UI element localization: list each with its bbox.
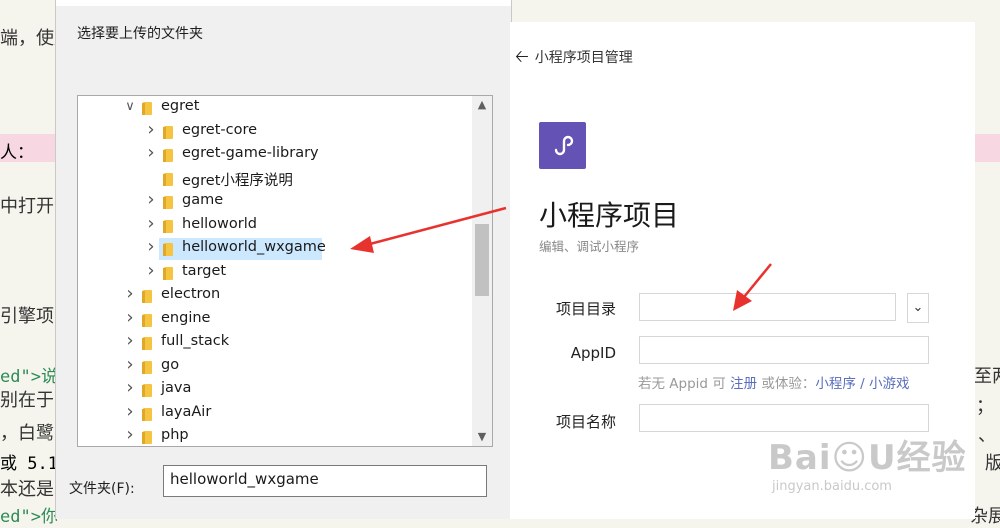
tree-item-engine[interactable]: › engine — [78, 307, 470, 331]
tree-item-label: egret小程序说明 — [182, 172, 293, 189]
try-minigame-link[interactable]: 小游戏 — [869, 376, 910, 392]
chevron-right-icon[interactable]: › — [124, 354, 136, 375]
dialog-title: 选择要上传的文件夹 — [77, 26, 203, 42]
chevron-right-icon[interactable]: › — [124, 377, 136, 398]
tree-item-electron[interactable]: › electron — [78, 283, 470, 307]
tree-item-label: helloworld — [182, 215, 257, 232]
tree-item-label: egret — [161, 98, 200, 114]
tree-item-label: full_stack — [161, 333, 230, 349]
background-text-fragment: ，白鹭 — [0, 423, 54, 444]
chevron-right-icon[interactable]: › — [145, 260, 157, 281]
project-name-input[interactable] — [639, 404, 929, 432]
folder-field-label: 文件夹(F): — [69, 481, 135, 497]
tree-item-helloworld[interactable]: › helloworld — [78, 213, 470, 237]
background-text-fragment: ed">说 — [0, 367, 58, 387]
chevron-right-icon[interactable]: › — [145, 213, 157, 234]
folder-picker-dialog: 选择要上传的文件夹 ∨ egret › egret-core › egret-game-l… — [55, 0, 512, 519]
background-text-fragment: ed">你 — [0, 507, 58, 527]
chevron-right-icon[interactable]: › — [124, 307, 136, 328]
folder-name-input[interactable]: helloworld_wxgame — [163, 465, 487, 497]
scroll-up-icon[interactable]: ▲ — [472, 96, 492, 114]
tree-item-game[interactable]: › game — [78, 189, 470, 213]
page-subtitle: 编辑、调试小程序 — [539, 239, 640, 254]
folder-icon — [142, 290, 152, 303]
chevron-right-icon[interactable]: › — [124, 424, 136, 445]
tree-item-java[interactable]: › java — [78, 377, 470, 401]
background-text-fragment: 或 5.1 — [0, 454, 58, 474]
folder-icon — [163, 149, 173, 162]
background-text-fragment: 、 — [978, 425, 996, 446]
folder-tree[interactable]: ∨ egret › egret-core › egret-game-library egre… — [77, 95, 493, 447]
tree-item-label: egret-core — [182, 121, 258, 138]
page-title: 小程序项目 — [539, 199, 680, 232]
background-text-fragment: 中打开 — [0, 196, 54, 217]
tree-item-egret-game-library[interactable]: › egret-game-library — [78, 142, 470, 166]
folder-icon — [163, 172, 173, 186]
tree-item-egret-core[interactable]: › egret-core — [78, 119, 470, 143]
tree-item-layaair[interactable]: › layaAir — [78, 401, 470, 425]
appid-input[interactable] — [639, 336, 929, 364]
tree-item-go[interactable]: › go — [78, 354, 470, 378]
background-text-fragment: 人： — [0, 143, 34, 163]
tree-item-label: java — [161, 380, 192, 396]
appid-hint: 若无 Appid 可 注册 或体验：小程序 / 小游戏 — [638, 376, 910, 392]
folder-icon — [142, 407, 152, 421]
tree-item-php[interactable]: › php — [78, 424, 470, 446]
tree-item-target[interactable]: › target — [78, 260, 470, 284]
chevron-right-icon[interactable]: › — [145, 119, 157, 140]
tree-item-label: target — [182, 262, 227, 279]
project-dir-label: 项目目录 — [555, 300, 616, 318]
background-text-fragment: 本还是 — [0, 479, 54, 500]
folder-icon — [163, 125, 173, 139]
tree-item-label: electron — [161, 286, 221, 302]
scroll-down-icon[interactable]: ▼ — [472, 428, 492, 446]
folder-icon — [142, 102, 152, 115]
folder-icon — [163, 196, 173, 209]
chevron-right-icon[interactable]: › — [124, 330, 136, 351]
folder-icon — [142, 431, 152, 444]
tree-item-label: helloworld_wxgame — [182, 239, 326, 255]
folder-icon — [142, 313, 152, 327]
miniprogram-logo-icon — [539, 122, 586, 169]
chevron-right-icon[interactable]: › — [145, 189, 157, 210]
chevron-right-icon[interactable]: › — [124, 283, 136, 304]
background-text-fragment: ； — [976, 396, 994, 417]
chevron-right-icon[interactable]: › — [124, 401, 136, 422]
try-miniprogram-link[interactable]: 小程序 — [815, 376, 856, 392]
tree-item-egret[interactable]: ∨ egret — [78, 97, 470, 119]
baidu-jingyan-watermark: Bai☺U经验 jingyan.baidu.com — [768, 438, 967, 494]
background-text-fragment: 至两 — [974, 366, 1000, 387]
tree-item-egret[interactable]: egret小程序说明 — [78, 168, 470, 190]
tree-item-label: engine — [161, 309, 211, 326]
tree-item-label: layaAir — [161, 403, 212, 420]
chevron-right-icon[interactable]: › — [145, 236, 157, 257]
back-arrow-icon[interactable]: 🡠 — [515, 47, 529, 67]
chevron-right-icon[interactable]: › — [145, 142, 157, 163]
tree-item-full_stack[interactable]: › full_stack — [78, 330, 470, 354]
appid-label: AppID — [570, 344, 616, 362]
chevron-down-icon[interactable]: ∨ — [124, 99, 136, 114]
tree-item-label: egret-game-library — [182, 145, 319, 161]
register-link[interactable]: 注册 — [730, 376, 757, 392]
tree-item-label: game — [182, 192, 224, 208]
background-text-fragment: 版 — [985, 453, 1000, 474]
folder-icon — [142, 384, 152, 397]
folder-icon — [142, 337, 152, 350]
tree-item-helloworld_wxgame[interactable]: › helloworld_wxgame — [78, 236, 470, 260]
tree-item-label: php — [161, 427, 189, 443]
folder-icon — [163, 266, 173, 280]
chevron-down-icon[interactable]: ⌄ — [907, 293, 929, 323]
project-name-label: 项目名称 — [555, 413, 616, 431]
background-text-fragment: 引擎项 — [0, 306, 54, 327]
folder-icon — [142, 360, 152, 374]
project-dir-input[interactable] — [639, 293, 896, 321]
back-link[interactable]: 🡠 小程序项目管理 — [515, 44, 633, 73]
scroll-thumb[interactable] — [475, 224, 489, 296]
tree-scrollbar[interactable]: ▲ ▼ — [472, 96, 492, 446]
tree-item-label: go — [161, 356, 180, 373]
folder-icon — [163, 219, 173, 233]
folder-icon — [163, 243, 173, 256]
